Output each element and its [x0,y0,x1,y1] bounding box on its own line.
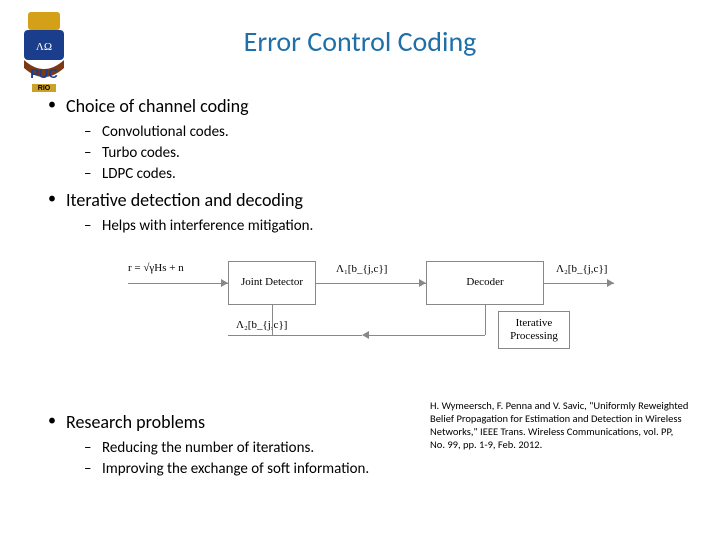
bullet-research: Research problems Reducing the number of… [48,411,410,478]
sub-bullet: Improving the exchange of soft informati… [84,460,410,478]
sub-bullet: LDPC codes. [84,165,690,183]
svg-text:ΛΩ: ΛΩ [36,41,52,53]
sub-bullet: Reducing the number of iterations. [84,439,410,457]
bullet-text: Research problems [66,411,205,433]
lambda2-top-label: Λ₂[b_{j,c}] [556,263,607,275]
slide-content: Choice of channel coding Convolutional c… [0,95,720,484]
svg-text:PUC: PUC [30,66,58,81]
bullet-text: Choice of channel coding [66,95,249,117]
sub-bullet: Convolutional codes. [84,123,690,141]
bullet-iterative: Iterative detection and decoding Helps w… [48,189,690,235]
svg-text:RIO: RIO [38,85,51,92]
bullet-text: Iterative detection and decoding [66,189,303,211]
iterative-processing-box: Iterative Processing [498,311,570,349]
joint-detector-box: Joint Detector [228,261,316,305]
diagram-input-label: r = √γHs + n [128,262,184,274]
bullet-choice: Choice of channel coding Convolutional c… [48,95,690,183]
puc-rio-logo: ΛΩ PUC RIO [10,8,78,96]
lambda1-label: Λ₁[b_{j,c}] [336,263,387,275]
sub-bullet: Turbo codes. [84,144,690,162]
block-diagram: r = √γHs + n Joint Detector Λ₁[b_{j,c}] … [158,249,628,359]
decoder-box: Decoder [426,261,544,305]
slide-title: Error Control Coding [0,0,720,77]
lambda2-bottom-label: Λ₂[b_{j,c}] [236,319,287,331]
citation-text: H. Wymeersch, F. Penna and V. Savic, "Un… [430,393,690,452]
sub-bullet: Helps with interference mitigation. [84,217,690,235]
